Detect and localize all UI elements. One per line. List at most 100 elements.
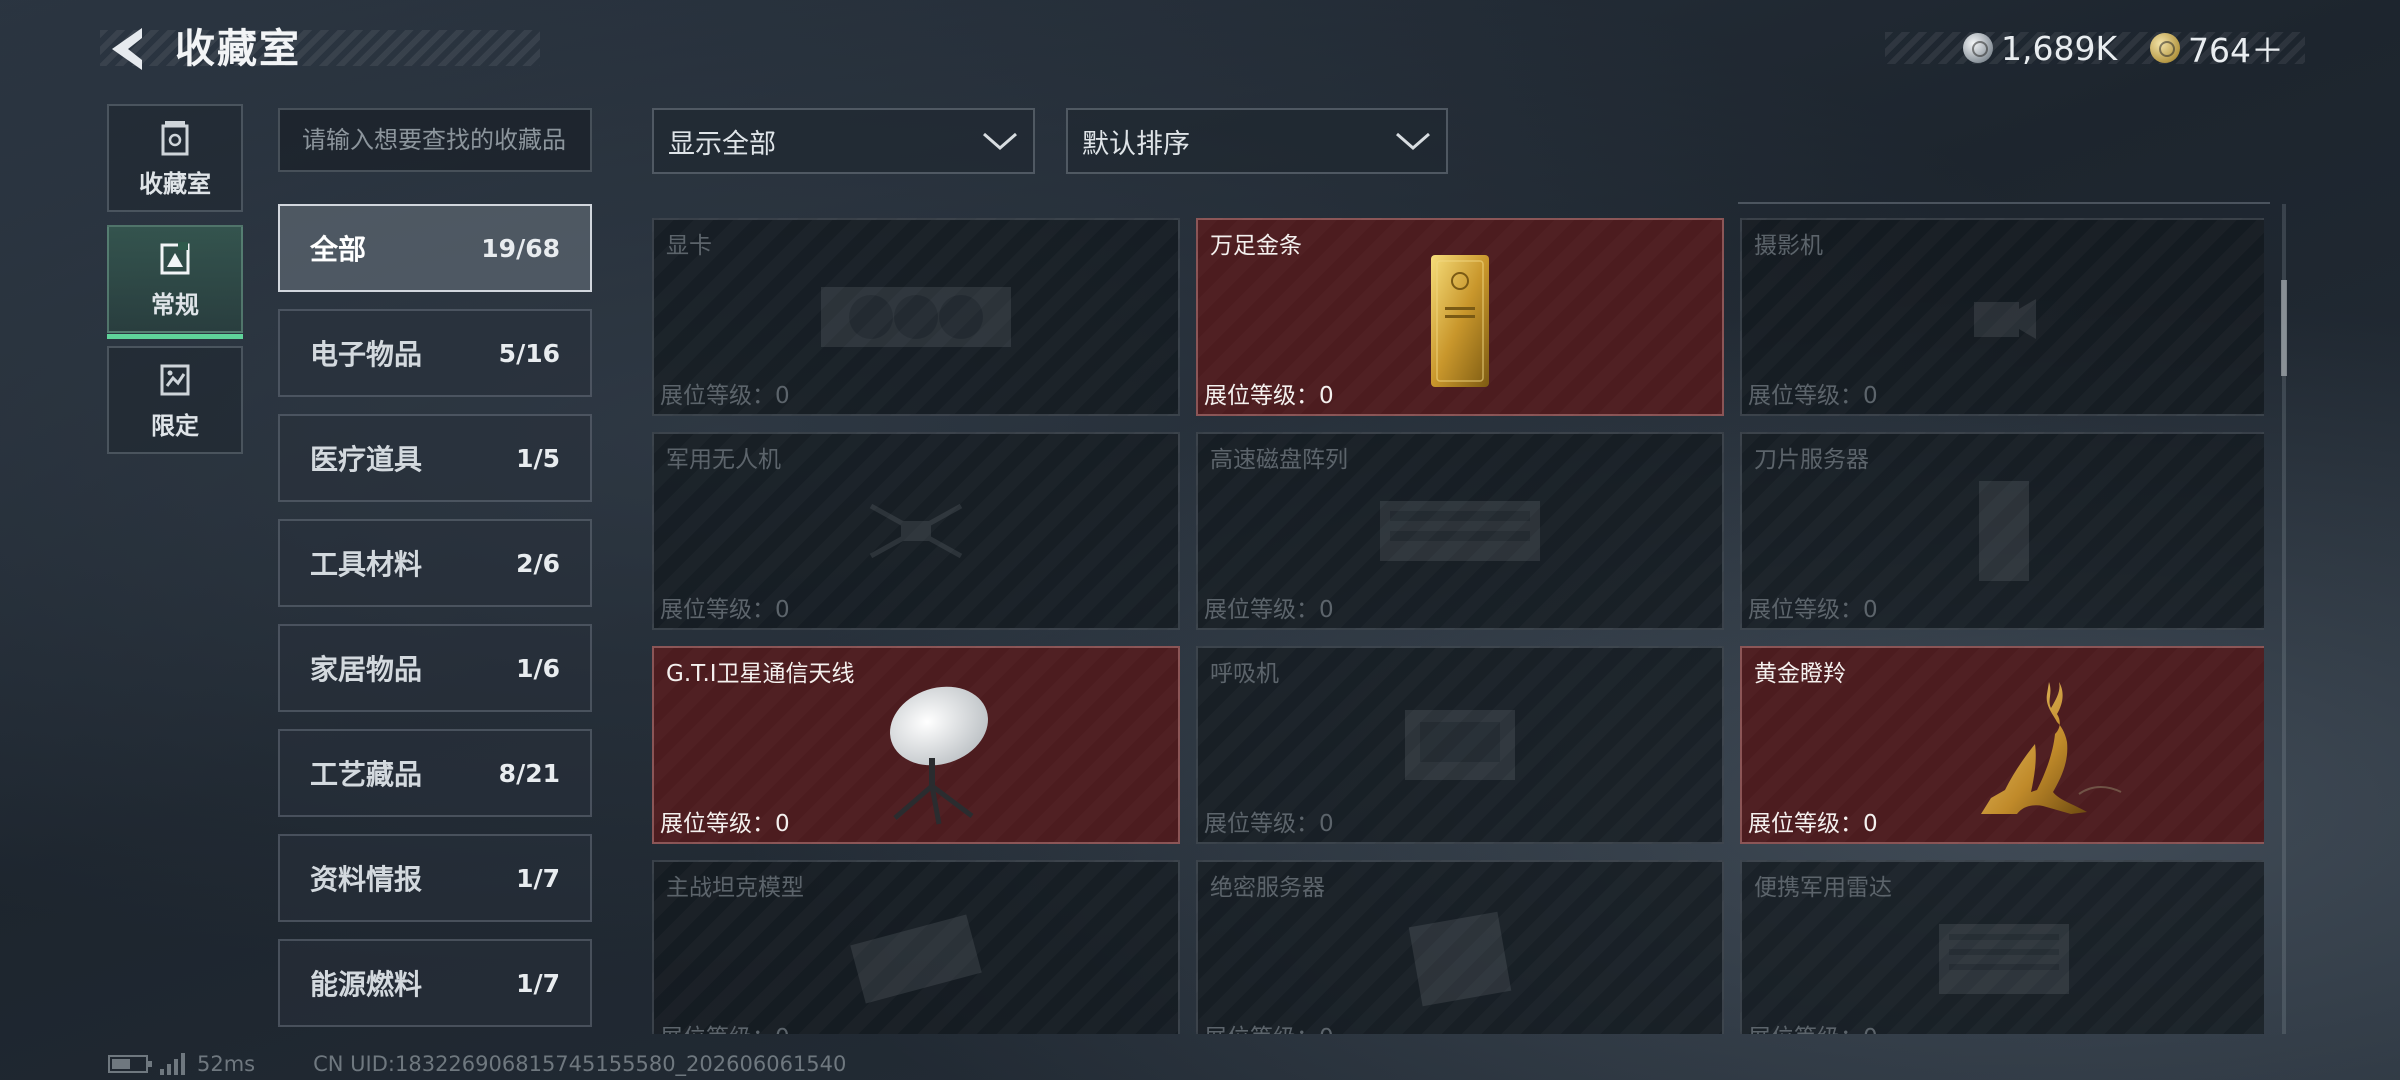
top-bar: 收藏室 1,689K 764＋	[0, 0, 2400, 100]
category-tools[interactable]: 工具材料 2/6	[278, 519, 592, 607]
nav-regular[interactable]: 常规	[107, 225, 243, 339]
item-name: 军用无人机	[666, 447, 781, 473]
collection-card-secret-server[interactable]: 绝密服务器 展位等级：0	[1196, 860, 1724, 1034]
item-level: 展位等级：0	[660, 597, 790, 623]
disk-array-icon	[1380, 501, 1540, 561]
category-name: 家居物品	[310, 653, 423, 686]
back-button[interactable]	[106, 24, 150, 74]
item-level: 展位等级：0	[660, 1018, 790, 1034]
nav-collection-room[interactable]: 收藏室	[107, 104, 243, 212]
category-medical[interactable]: 医疗道具 1/5	[278, 414, 592, 502]
item-level: 展位等级：0	[660, 811, 790, 837]
item-level: 展位等级：0	[1748, 597, 1878, 623]
status-footer: 52ms CN UID:18322690681574515558​0_20260…	[108, 1050, 846, 1078]
collection-card-portable-radar[interactable]: 便携军用雷达 展位等级：0	[1740, 860, 2264, 1034]
currency-value: 764＋	[2188, 31, 2284, 70]
category-count: 1/6	[516, 653, 560, 683]
category-name: 工具材料	[310, 548, 423, 581]
page-title: 收藏室	[175, 26, 301, 72]
item-level: 展位等级：0	[1204, 597, 1334, 623]
category-all[interactable]: 全部 19/68	[278, 204, 592, 292]
category-name: 电子物品	[310, 338, 423, 371]
item-level: 展位等级：0	[1748, 811, 1878, 837]
nav-label: 收藏室	[139, 169, 211, 198]
category-energy[interactable]: 能源燃料 1/7	[278, 939, 592, 1027]
display-filter-dropdown[interactable]: 显示全部	[652, 108, 1035, 174]
signal-icon	[160, 1053, 185, 1075]
chevron-down-icon	[1396, 132, 1430, 150]
item-name: 刀片服务器	[1754, 447, 1869, 473]
collection-card-tank-model[interactable]: 主战坦克模型 展位等级：0	[652, 860, 1180, 1034]
dropdown-value: 显示全部	[668, 128, 776, 160]
user-uid: CN UID:18322690681574515558​0_2026060615…	[313, 1052, 847, 1076]
item-name: 万足金条	[1210, 233, 1302, 259]
tank-model-icon	[850, 914, 982, 1004]
ventilator-icon	[1405, 710, 1515, 780]
drone-icon	[869, 503, 963, 559]
category-name: 能源燃料	[310, 968, 423, 1001]
gold-coin-icon	[2150, 33, 2180, 63]
graphics-card-icon	[821, 287, 1011, 347]
category-count: 2/6	[516, 548, 560, 578]
item-name: 显卡	[666, 233, 712, 259]
camera-icon	[1974, 299, 2036, 339]
item-level: 展位等级：0	[1748, 383, 1878, 409]
golden-gazelle-icon	[1980, 681, 2122, 814]
collection-card-military-drone[interactable]: 军用无人机 展位等级：0	[652, 432, 1180, 630]
currency-gold[interactable]: 764＋	[2150, 26, 2284, 70]
category-crafts[interactable]: 工艺藏品 8/21	[278, 729, 592, 817]
category-count: 8/21	[498, 758, 560, 788]
item-name: 呼吸机	[1210, 661, 1279, 687]
portable-radar-icon	[1939, 924, 2069, 994]
currency-value: 1,689K	[2001, 28, 2118, 68]
category-household[interactable]: 家居物品 1/6	[278, 624, 592, 712]
nav-limited[interactable]: 限定	[107, 346, 243, 454]
grid-scrollbar-thumb[interactable]	[2281, 280, 2287, 376]
item-name: G.T.I卫星通信天线	[666, 661, 855, 687]
item-name: 黄金瞪羚	[1754, 661, 1846, 687]
category-electronics[interactable]: 电子物品 5/16	[278, 309, 592, 397]
collection-card-golden-gazelle[interactable]: 黄金瞪羚 展位等级：0	[1740, 646, 2264, 844]
collection-grid: 显卡 展位等级：0 万足金条 展位等级：0 摄影机 展位等级：0 军用无人机 展…	[652, 204, 2264, 1034]
collection-card-graphics-card[interactable]: 显卡 展位等级：0	[652, 218, 1180, 416]
category-count: 19/68	[481, 233, 560, 263]
chevron-down-icon	[983, 132, 1017, 150]
item-name: 主战坦克模型	[666, 875, 804, 901]
sort-dropdown[interactable]: 默认排序	[1066, 108, 1448, 174]
collection-room-icon	[161, 120, 189, 155]
category-count: 1/7	[516, 968, 560, 998]
category-name: 工艺藏品	[310, 758, 423, 791]
silver-coin-icon	[1963, 33, 1993, 63]
item-level: 展位等级：0	[1204, 811, 1334, 837]
collection-card-camera[interactable]: 摄影机 展位等级：0	[1740, 218, 2264, 416]
back-arrow-icon	[112, 28, 142, 70]
title-strip-decoration	[100, 30, 540, 66]
ping-value: 52ms	[197, 1052, 256, 1076]
item-name: 便携军用雷达	[1754, 875, 1892, 901]
search-input[interactable]	[278, 108, 592, 172]
category-name: 资料情报	[310, 863, 423, 896]
collection-card-gold-bar[interactable]: 万足金条 展位等级：0	[1196, 218, 1724, 416]
item-name: 绝密服务器	[1210, 875, 1325, 901]
category-count: 5/16	[498, 338, 560, 368]
nav-label: 常规	[151, 290, 199, 319]
collection-card-ventilator[interactable]: 呼吸机 展位等级：0	[1196, 646, 1724, 844]
item-name: 高速磁盘阵列	[1210, 447, 1348, 473]
category-count: 1/5	[516, 443, 560, 473]
item-name: 摄影机	[1754, 233, 1823, 259]
item-level: 展位等级：0	[1748, 1018, 1878, 1034]
category-intel[interactable]: 资料情报 1/7	[278, 834, 592, 922]
battery-icon	[108, 1055, 152, 1073]
category-count: 1/7	[516, 863, 560, 893]
collection-card-blade-server[interactable]: 刀片服务器 展位等级：0	[1740, 432, 2264, 630]
currency-silver: 1,689K	[1963, 26, 2117, 70]
category-name: 医疗道具	[310, 443, 423, 476]
category-name: 全部	[310, 233, 367, 266]
blade-server-icon	[1979, 481, 2029, 581]
secret-server-icon	[1408, 911, 1512, 1007]
collection-card-satellite-antenna[interactable]: G.T.I卫星通信天线 展位等级：0	[652, 646, 1180, 844]
dropdown-value: 默认排序	[1082, 128, 1190, 160]
regular-icon	[160, 241, 190, 274]
limited-icon	[160, 364, 190, 395]
collection-card-disk-array[interactable]: 高速磁盘阵列 展位等级：0	[1196, 432, 1724, 630]
